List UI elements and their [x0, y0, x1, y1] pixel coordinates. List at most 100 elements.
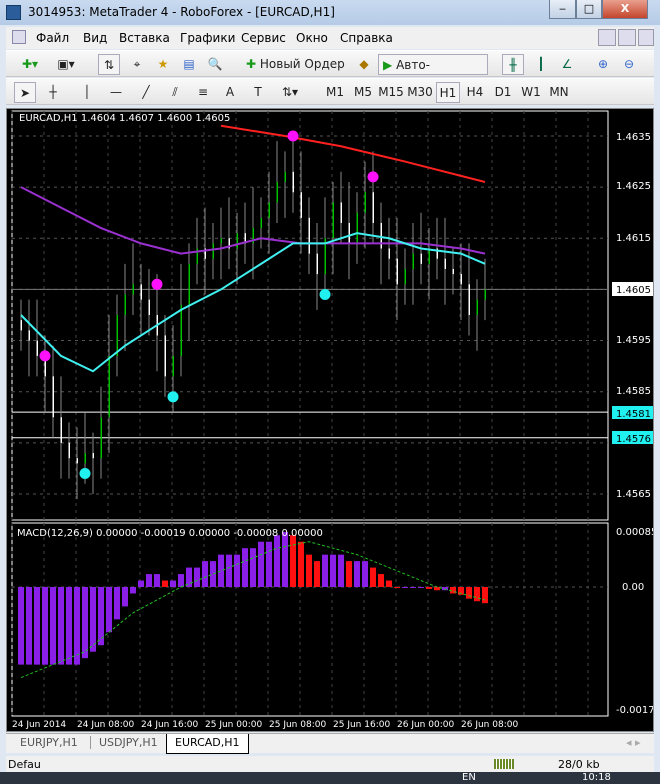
- macd-histogram-bar: [74, 587, 80, 665]
- maximize-button[interactable]: □: [576, 0, 602, 19]
- arrows-icon[interactable]: ⇅▾: [276, 82, 304, 103]
- macd-histogram-bar: [250, 548, 256, 587]
- price-label: 1.4595: [616, 335, 651, 346]
- app-icon: [6, 5, 21, 20]
- cyan-signal-dot: [79, 468, 91, 480]
- cursor-icon[interactable]: ➤: [14, 82, 36, 103]
- tab-scroll-arrows[interactable]: ◂ ▸: [626, 736, 641, 749]
- candle-body: [100, 417, 102, 459]
- candle-body: [460, 274, 462, 285]
- tab-eurjpy[interactable]: EURJPY,H1: [20, 736, 78, 749]
- navigator-icon[interactable]: ★: [152, 54, 174, 75]
- macd-histogram-bar: [378, 574, 384, 587]
- current-price-label: 1.4605: [616, 285, 651, 296]
- timeframe-m5[interactable]: M5: [350, 82, 376, 103]
- candle-body: [468, 284, 470, 315]
- trendline-icon[interactable]: ╱: [136, 82, 156, 103]
- timeframe-h1[interactable]: H1: [436, 82, 460, 103]
- magenta-signal-dot: [287, 130, 299, 142]
- horizontal-line-icon[interactable]: —: [106, 82, 126, 103]
- candle-body: [292, 171, 294, 193]
- candle-body: [396, 258, 398, 285]
- price-label: 1.4615: [616, 233, 651, 244]
- new-chart-icon[interactable]: ✚▾: [16, 54, 44, 75]
- menu-charts[interactable]: Графики: [180, 31, 235, 45]
- market-watch-icon[interactable]: ⇅: [98, 54, 120, 75]
- timeframe-m30[interactable]: M30: [406, 82, 434, 103]
- macd-histogram-bar: [258, 541, 264, 587]
- tab-usdjpy[interactable]: USDJPY,H1: [90, 736, 158, 749]
- text-label-icon[interactable]: T: [248, 82, 268, 103]
- macd-histogram-bar: [370, 567, 376, 587]
- candle-body: [220, 238, 222, 244]
- timeframe-d1[interactable]: D1: [490, 82, 516, 103]
- child-close-button[interactable]: [638, 29, 654, 46]
- equidistant-channel-icon[interactable]: ⫽: [164, 82, 186, 103]
- menu-help[interactable]: Справка: [340, 31, 393, 45]
- fibonacci-icon[interactable]: ≡: [192, 82, 214, 103]
- macd-label: 0.00085: [616, 527, 653, 538]
- candle-body: [180, 304, 182, 356]
- time-label: 26 Jun 08:00: [461, 720, 518, 730]
- zoom-out-icon[interactable]: ⊖: [618, 54, 640, 75]
- macd-histogram-bar: [346, 561, 352, 587]
- data-window-icon[interactable]: ⌖: [126, 54, 148, 75]
- timeframe-m1[interactable]: M1: [322, 82, 348, 103]
- candlestick-icon[interactable]: ┃: [530, 54, 552, 75]
- timeframe-m15[interactable]: M15: [378, 82, 404, 103]
- macd-histogram-bar: [42, 587, 48, 665]
- timeframe-h4[interactable]: H4: [462, 82, 488, 103]
- minimize-button[interactable]: ‒: [549, 0, 576, 19]
- macd-histogram-bar: [282, 532, 288, 587]
- bar-chart-icon[interactable]: ╫: [502, 54, 524, 75]
- candle-body: [108, 355, 110, 418]
- menu-tools[interactable]: Сервис: [241, 31, 286, 45]
- text-icon[interactable]: A: [220, 82, 240, 103]
- candle-body: [212, 243, 214, 259]
- macd-histogram-bar: [122, 587, 128, 607]
- strategy-tester-icon[interactable]: 🔍: [204, 54, 226, 75]
- tab-eurcad[interactable]: EURCAD,H1: [166, 734, 249, 754]
- candle-body: [332, 202, 334, 239]
- macd-histogram-bar: [58, 587, 64, 665]
- menu-window[interactable]: Окно: [296, 31, 328, 45]
- drawing-toolbar: ➤ ┼ │ — ╱ ⫽ ≡ A T ⇅▾ M1 M5 M15 M30 H1 H4…: [6, 78, 654, 105]
- macd-histogram-bar: [418, 587, 424, 588]
- crosshair-icon[interactable]: ┼: [42, 82, 64, 103]
- autotrading-icon: ▶: [383, 58, 393, 72]
- standard-toolbar: ✚▾ ▣▾ ⇅ ⌖ ★ ▤ 🔍 ✚ Новый Ордер ◆ ▶ Авто-т…: [6, 50, 654, 93]
- new-order-button[interactable]: ✚ Новый Ордер: [246, 54, 346, 75]
- close-button[interactable]: X: [602, 0, 648, 19]
- zoom-in-icon[interactable]: ⊕: [592, 54, 614, 75]
- terminal-icon[interactable]: ▤: [178, 54, 200, 75]
- candle-body: [284, 171, 286, 183]
- line-chart-icon[interactable]: ∠: [556, 54, 578, 75]
- menu-view[interactable]: Вид: [83, 31, 107, 45]
- macd-histogram-bar: [90, 587, 96, 652]
- timeframe-w1[interactable]: W1: [518, 82, 544, 103]
- candle-body: [380, 222, 382, 249]
- chart-window[interactable]: EURCAD,H1 1.4604 1.4607 1.4600 1.4605 MA…: [6, 108, 660, 732]
- price-chart[interactable]: EURCAD,H1 1.4604 1.4607 1.4600 1.4605 MA…: [7, 109, 660, 731]
- metaeditor-icon[interactable]: ◆: [354, 54, 374, 75]
- macd-histogram-bar: [242, 548, 248, 587]
- macd-histogram-bar: [338, 554, 344, 587]
- child-restore-button[interactable]: [618, 29, 636, 46]
- candle-body: [260, 217, 262, 229]
- chart-window-icon: [12, 30, 26, 44]
- traffic-status: 28/0 kb: [558, 758, 600, 771]
- vertical-line-icon[interactable]: │: [78, 82, 96, 103]
- child-minimize-button[interactable]: [598, 29, 616, 46]
- price-label: 1.4635: [616, 132, 651, 143]
- macd-histogram-bar: [354, 561, 360, 587]
- menu-insert[interactable]: Вставка: [119, 31, 170, 45]
- macd-histogram-bar: [322, 554, 328, 587]
- language-indicator[interactable]: EN: [462, 772, 476, 783]
- autotrading-button[interactable]: ▶ Авто-торговля: [378, 54, 488, 93]
- timeframe-mn[interactable]: MN: [546, 82, 572, 103]
- profiles-icon[interactable]: ▣▾: [52, 54, 80, 75]
- candle-body: [348, 222, 350, 244]
- menu-file[interactable]: Файл: [36, 31, 69, 45]
- candle-body: [188, 263, 190, 305]
- new-order-icon: ✚: [246, 57, 257, 71]
